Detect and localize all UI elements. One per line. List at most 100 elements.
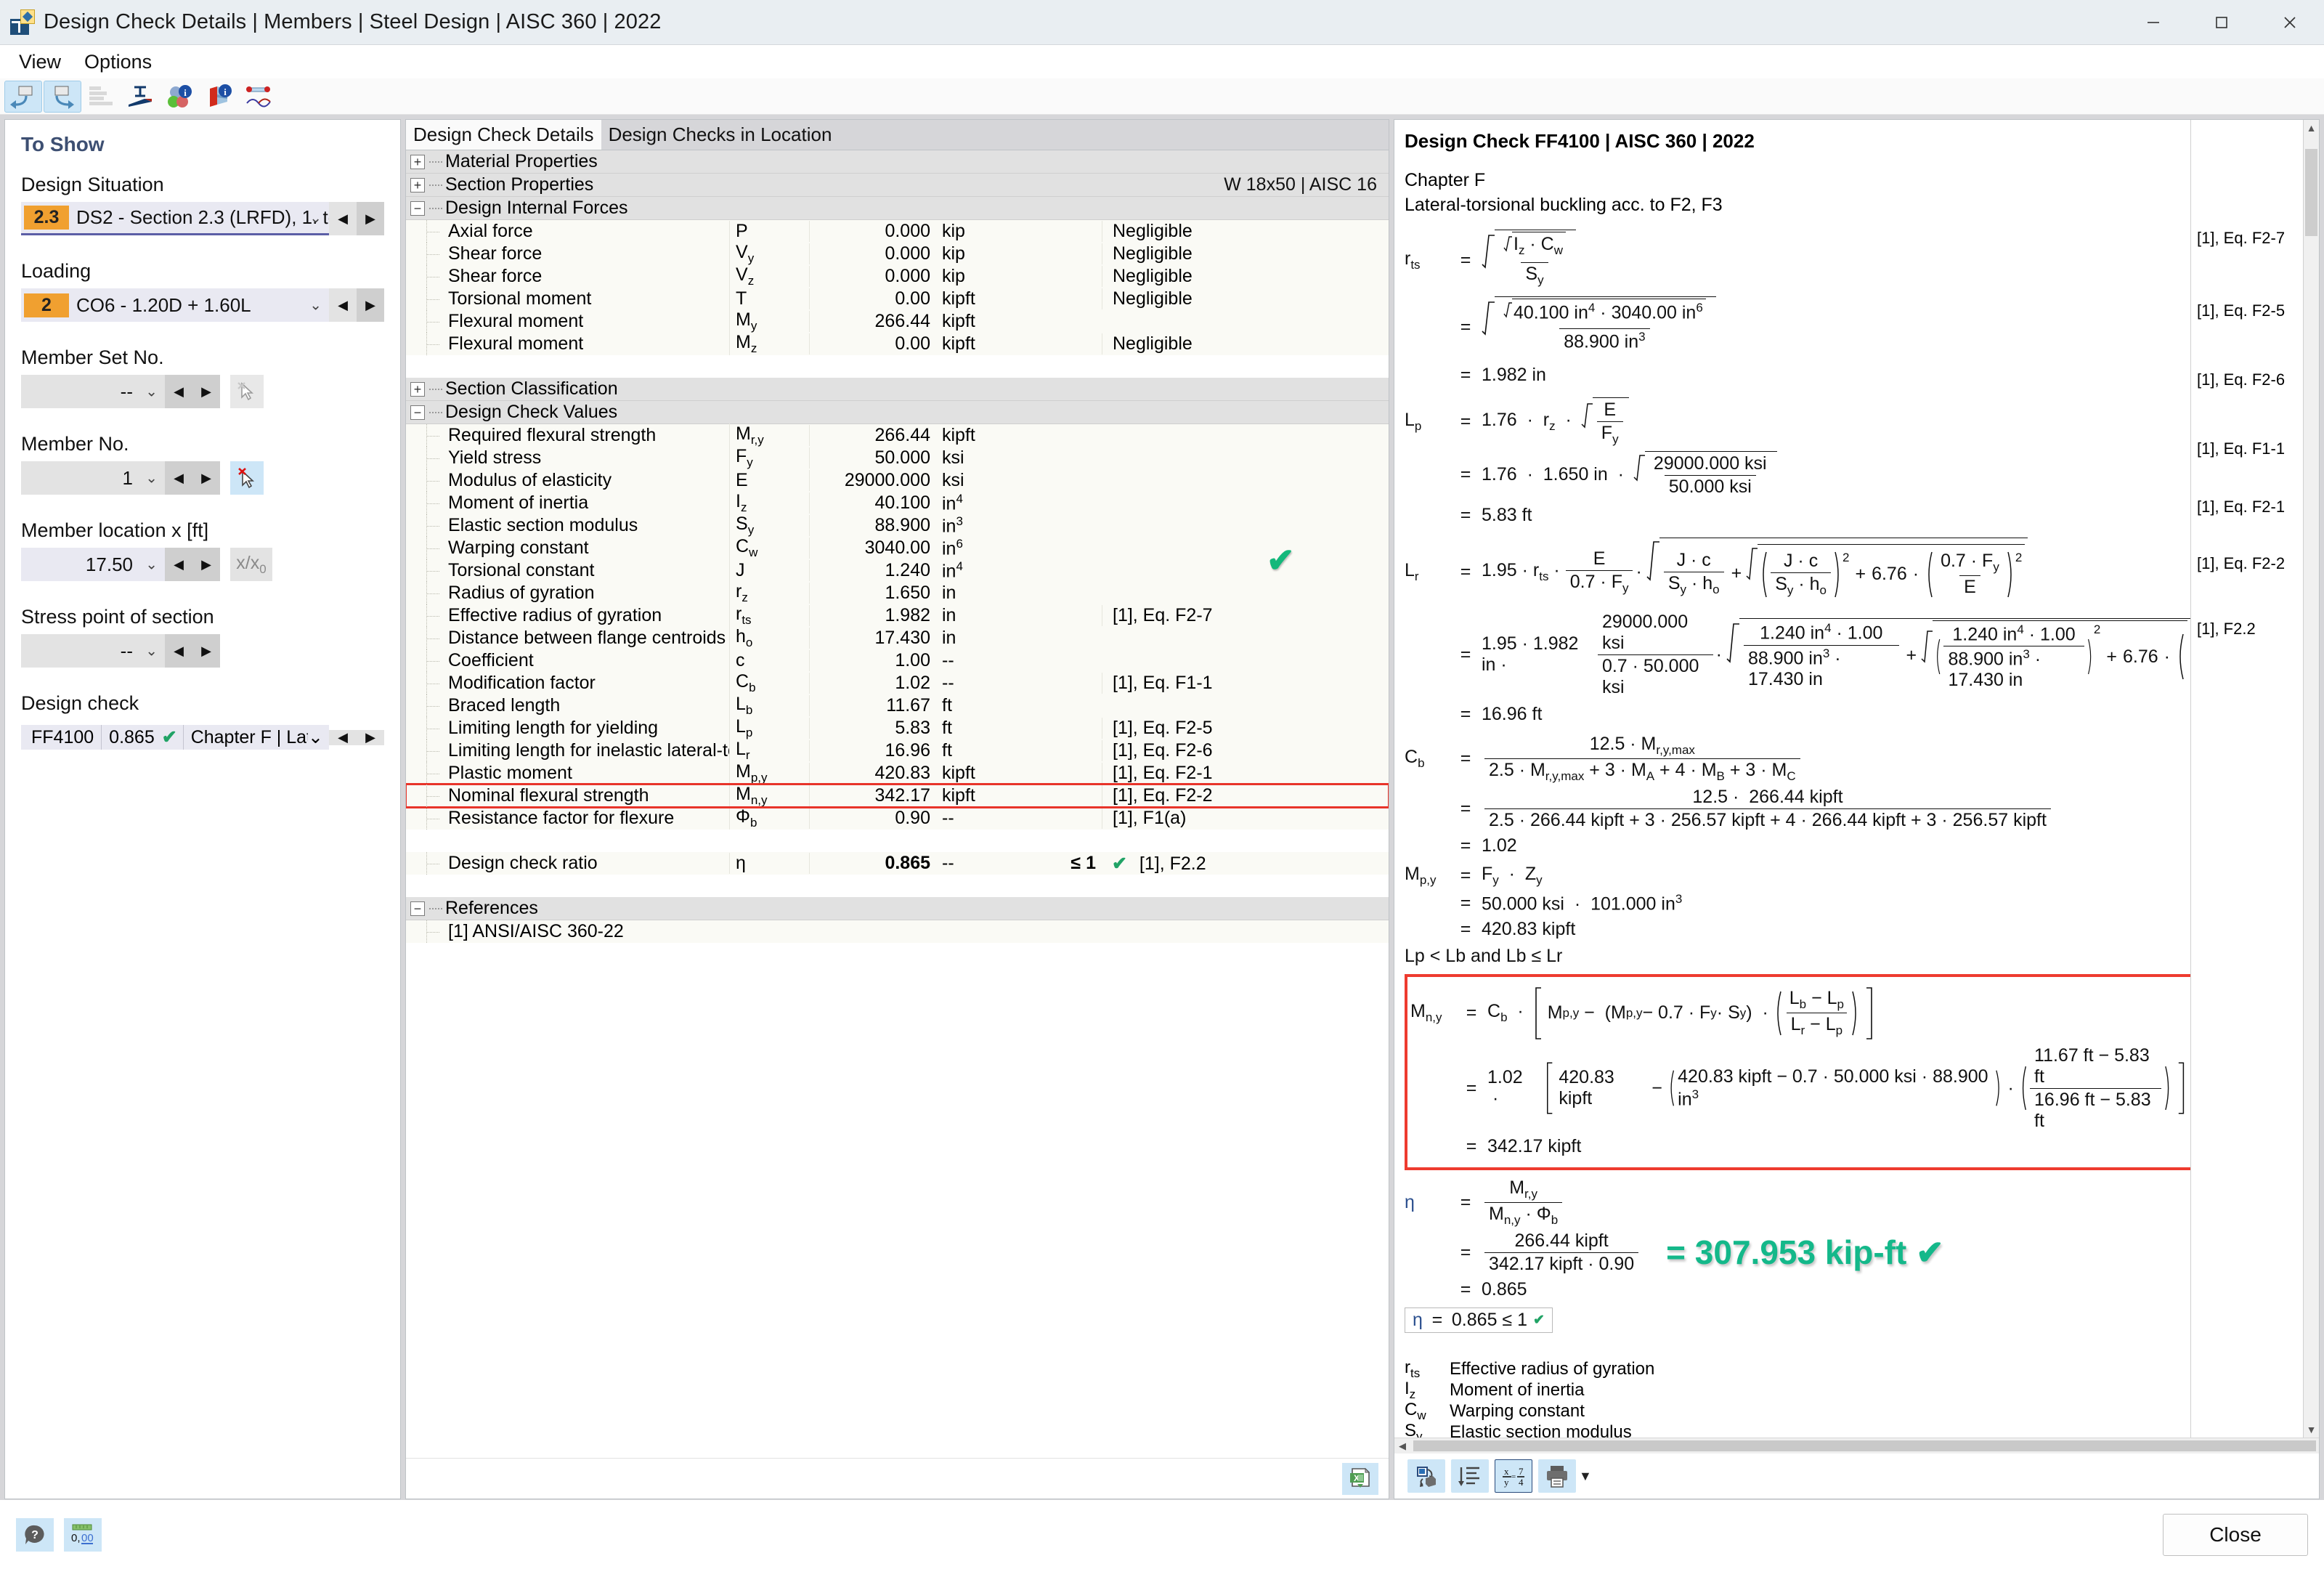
table-row[interactable]: Nominal flexural strength Mn,y 342.17 kipft…: [406, 783, 1389, 808]
member-location-select[interactable]: 17.50 ⌄: [21, 548, 165, 581]
tab-design-check-details[interactable]: Design Check Details: [406, 120, 601, 150]
stress-point-prev-button[interactable]: ◀: [165, 634, 192, 668]
table-row[interactable]: Plastic moment Mp,y 420.83 kipft [1], Eq. F2…: [406, 761, 1389, 785]
member-set-next-button[interactable]: ▶: [192, 375, 220, 408]
member-location-next-button[interactable]: ▶: [192, 548, 220, 581]
close-button[interactable]: Close: [2163, 1513, 2308, 1556]
table-row[interactable]: Braced length Lb 11.67 ft: [406, 694, 1389, 718]
help-icon[interactable]: ?: [16, 1517, 54, 1552]
collapse-icon[interactable]: −: [410, 901, 425, 916]
menu-item-view[interactable]: View: [9, 48, 71, 76]
group-section-properties[interactable]: + Section Properties W 18x50 | AISC 16: [406, 174, 1389, 197]
table-row[interactable]: Shear force Vy 0.000 kip Negligible: [406, 242, 1389, 266]
table-row[interactable]: Elastic section modulus Sy 88.900 in3: [406, 514, 1389, 538]
loading-select[interactable]: 2 CO6 - 1.20D + 1.60L ⌄: [21, 288, 329, 322]
member-set-prev-button[interactable]: ◀: [165, 375, 192, 408]
collapse-icon[interactable]: −: [410, 405, 425, 420]
member-no-pick-cursor-icon[interactable]: [230, 461, 264, 495]
table-row[interactable]: Torsional constant J 1.240 in4: [406, 559, 1389, 582]
scroll-thumb[interactable]: [2305, 149, 2317, 236]
group-section-classification[interactable]: + Section Classification: [406, 378, 1389, 401]
excel-export-icon[interactable]: X: [1342, 1462, 1378, 1495]
chart-bars-icon[interactable]: [83, 81, 121, 113]
table-row-design-check-ratio[interactable]: Design check ratio η 0.865 -- ≤ 1 ✔ [1],…: [406, 852, 1389, 875]
section-info-icon[interactable]: i: [200, 81, 238, 113]
table-row[interactable]: Yield stress Fy 50.000 ksi: [406, 446, 1389, 470]
table-row[interactable]: Coefficient c 1.00 --: [406, 649, 1389, 672]
formula-toggle-icon[interactable]: x y = 7 4: [1495, 1459, 1532, 1493]
member-no-next-button[interactable]: ▶: [192, 461, 220, 495]
chevron-down-icon[interactable]: ⌄: [308, 726, 323, 748]
chevron-down-icon[interactable]: ⌄: [145, 556, 158, 574]
menu-item-options[interactable]: Options: [74, 48, 162, 76]
tab-design-checks-in-location[interactable]: Design Checks in Location: [601, 120, 840, 150]
relative-location-toggle-button[interactable]: x/x0: [230, 548, 272, 581]
print-dropdown-icon[interactable]: ▼: [1579, 1469, 1592, 1484]
group-design-check-values[interactable]: − Design Check Values: [406, 401, 1389, 424]
design-situation-select[interactable]: 2.3 DS2 - Section 2.3 (LRFD), 1. to 5. ⌄: [21, 202, 329, 235]
design-situation-prev-button[interactable]: ◀: [329, 202, 357, 235]
table-row[interactable]: Flexural moment My 266.44 kipft: [406, 309, 1389, 333]
table-row-reference[interactable]: [1] ANSI/AISC 360-22: [406, 920, 1389, 943]
table-row[interactable]: Warping constant Cw 3040.00 in6: [406, 536, 1389, 560]
stress-point-select[interactable]: -- ⌄: [21, 634, 165, 668]
collapse-icon[interactable]: −: [410, 200, 425, 216]
loading-prev-button[interactable]: ◀: [329, 288, 357, 322]
scroll-down-icon[interactable]: ▼: [2304, 1422, 2319, 1438]
table-row[interactable]: Shear force Vz 0.000 kip Negligible: [406, 264, 1389, 288]
maximize-icon[interactable]: [2187, 0, 2256, 45]
table-row[interactable]: Flexural moment Mz 0.00 kipft Negligible: [406, 332, 1389, 356]
section-profile-icon[interactable]: [122, 81, 160, 113]
chevron-down-icon[interactable]: ⌄: [309, 208, 322, 227]
minimize-icon[interactable]: [2119, 0, 2187, 45]
table-row[interactable]: Required flexural strength Mr,y 266.44 kipf…: [406, 423, 1389, 447]
design-situation-next-button[interactable]: ▶: [357, 202, 384, 235]
group-title: Section Classification: [445, 378, 618, 399]
table-row[interactable]: Torsional moment T 0.00 kipft Negligible: [406, 288, 1389, 310]
member-set-pick-cursor-icon[interactable]: [230, 375, 264, 408]
sort-list-icon[interactable]: [1451, 1459, 1489, 1493]
member-set-select[interactable]: -- ⌄: [21, 375, 165, 408]
table-row[interactable]: Axial force P 0.000 kip Negligible: [406, 220, 1389, 243]
table-row[interactable]: Distance between flange centroids ho 17.43…: [406, 626, 1389, 650]
expand-icon[interactable]: +: [410, 154, 425, 169]
scroll-left-icon[interactable]: ◀: [1394, 1438, 1410, 1454]
table-row[interactable]: Effective radius of gyration rts 1.982 in [1…: [406, 604, 1389, 628]
table-row[interactable]: Limiting length for yielding Lp 5.83 ft [1],…: [406, 716, 1389, 740]
rotate-view-icon[interactable]: [1407, 1459, 1445, 1493]
table-row[interactable]: Resistance factor for flexure Φb 0.90 -- [1]…: [406, 806, 1389, 830]
chevron-down-icon[interactable]: ⌄: [145, 383, 158, 401]
chevron-down-icon[interactable]: ⌄: [309, 296, 322, 315]
design-check-next-button[interactable]: ▶: [357, 729, 384, 745]
decimal-places-icon[interactable]: 0, 00: [64, 1517, 102, 1552]
member-no-select[interactable]: 1 ⌄: [21, 461, 165, 495]
material-info-icon[interactable]: i: [161, 81, 199, 113]
member-location-prev-button[interactable]: ◀: [165, 548, 192, 581]
member-diagram-icon[interactable]: [240, 81, 277, 113]
formula-horizontal-scrollbar[interactable]: ◀: [1394, 1438, 2319, 1454]
scroll-thumb-h[interactable]: [1413, 1440, 2316, 1451]
navigate-back-icon[interactable]: [4, 80, 42, 113]
table-row[interactable]: Radius of gyration rz 1.650 in: [406, 581, 1389, 605]
stress-point-next-button[interactable]: ▶: [192, 634, 220, 668]
group-material-properties[interactable]: + Material Properties: [406, 150, 1389, 174]
member-no-prev-button[interactable]: ◀: [165, 461, 192, 495]
design-check-select[interactable]: FF4100 0.865 ✔ Chapter F | Lateral-torsi…: [21, 725, 329, 750]
group-design-internal-forces[interactable]: − Design Internal Forces: [406, 197, 1389, 220]
group-references[interactable]: − References: [406, 897, 1389, 920]
expand-icon[interactable]: +: [410, 381, 425, 397]
design-check-prev-button[interactable]: ◀: [329, 729, 357, 745]
loading-next-button[interactable]: ▶: [357, 288, 384, 322]
chevron-down-icon[interactable]: ⌄: [145, 642, 158, 660]
chevron-down-icon[interactable]: ⌄: [145, 469, 158, 487]
table-row[interactable]: Limiting length for inelastic lateral-to…: [406, 739, 1389, 763]
close-icon[interactable]: [2256, 0, 2324, 45]
table-row[interactable]: Moment of inertia Iz 40.100 in4: [406, 491, 1389, 515]
table-row[interactable]: Modulus of elasticity E 29000.000 ksi: [406, 469, 1389, 492]
navigate-forward-icon[interactable]: [44, 80, 81, 113]
expand-icon[interactable]: +: [410, 177, 425, 192]
table-row[interactable]: Modification factor Cb 1.02 -- [1], Eq. F1-1: [406, 671, 1389, 695]
formula-vertical-scrollbar[interactable]: ▲ ▼: [2303, 120, 2319, 1438]
scroll-up-icon[interactable]: ▲: [2304, 120, 2319, 136]
print-icon[interactable]: [1538, 1459, 1576, 1493]
